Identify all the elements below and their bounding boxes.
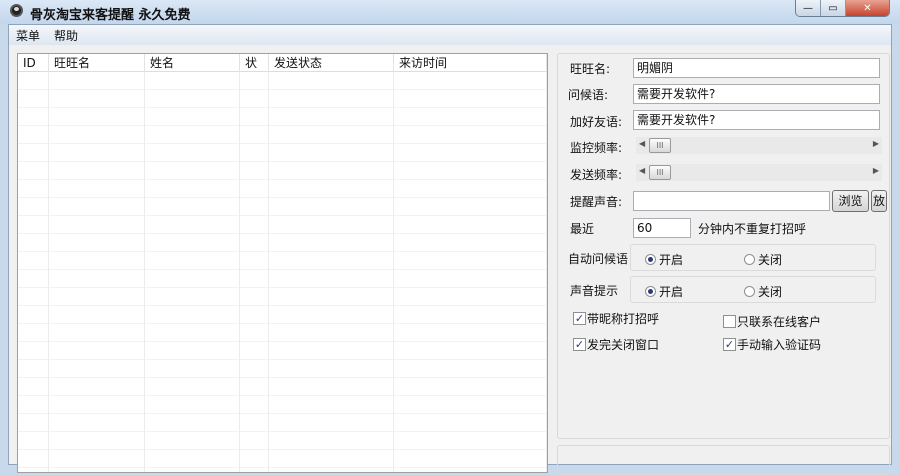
- wangwang-label: 旺旺名:: [570, 62, 611, 76]
- bottom-panel: [557, 445, 890, 475]
- window-title: 骨灰淘宝来客提醒 永久免费: [30, 8, 191, 23]
- maximize-button[interactable]: ▭: [821, 0, 846, 16]
- recent-suffix: 分钟内不重复打招呼: [698, 222, 807, 236]
- addfriend-input[interactable]: 需要开发软件?: [633, 110, 880, 130]
- sound-tip-group: 开启 关闭: [630, 276, 876, 303]
- greeting-label: 问候语:: [568, 88, 609, 102]
- title-bar: 骨灰淘宝来客提醒 永久免费 — ▭ ✕: [0, 0, 900, 24]
- manual-captcha-checkbox[interactable]: ✓ 手动输入验证码: [723, 336, 821, 353]
- send-freq-label: 发送频率:: [570, 168, 623, 182]
- wangwang-input[interactable]: 明媚阴: [633, 58, 880, 78]
- sound-tip-label: 声音提示: [570, 284, 619, 298]
- auto-greet-off-radio[interactable]: 关闭: [744, 251, 782, 268]
- close-button[interactable]: ✕: [846, 0, 889, 16]
- slider-thumb[interactable]: III: [649, 138, 671, 153]
- table-body: [18, 72, 547, 472]
- addfriend-label: 加好友语:: [570, 115, 623, 129]
- settings-panel: 旺旺名: 明媚阴 问候语: 需要开发软件? 加好友语: 需要开发软件? 监控频率…: [557, 53, 890, 439]
- auto-greet-label: 自动问候语: [568, 252, 629, 266]
- monitor-freq-slider[interactable]: ◀ III ▶: [636, 137, 882, 154]
- sound-tip-on-radio[interactable]: 开启: [645, 283, 683, 300]
- nickname-greet-checkbox[interactable]: ✓ 带昵称打招呼: [573, 310, 659, 327]
- browse-button[interactable]: 浏览: [832, 190, 869, 212]
- app-icon: [10, 4, 23, 17]
- menu-item-menu[interactable]: 菜单: [16, 27, 40, 44]
- send-freq-slider[interactable]: ◀ III ▶: [636, 164, 882, 181]
- sound-tip-off-radio[interactable]: 关闭: [744, 283, 782, 300]
- col-visit-time[interactable]: 来访时间: [394, 54, 547, 72]
- greeting-input[interactable]: 需要开发软件?: [633, 84, 880, 104]
- col-send-status[interactable]: 发送状态: [269, 54, 394, 72]
- minimize-button[interactable]: —: [796, 0, 821, 16]
- close-after-send-checkbox[interactable]: ✓ 发完关闭窗口: [573, 336, 659, 353]
- menu-bar: 菜单 帮助: [9, 25, 891, 45]
- recent-label: 最近: [570, 222, 595, 236]
- client-area: 菜单 帮助 ID 旺旺名 姓名 状 发送状态 来访时间 旺旺名: 明媚阴 问候语…: [8, 24, 892, 475]
- col-id[interactable]: ID: [18, 54, 49, 72]
- sound-label: 提醒声音:: [570, 195, 623, 209]
- visitor-table[interactable]: ID 旺旺名 姓名 状 发送状态 来访时间: [17, 53, 548, 473]
- play-button[interactable]: 放: [871, 190, 887, 212]
- col-name[interactable]: 姓名: [145, 54, 240, 72]
- auto-greet-on-radio[interactable]: 开启: [645, 251, 683, 268]
- sound-input[interactable]: [633, 191, 830, 211]
- slider-thumb[interactable]: III: [649, 165, 671, 180]
- recent-minutes-input[interactable]: 60: [633, 218, 691, 238]
- monitor-freq-label: 监控频率:: [570, 141, 623, 155]
- col-wangwang[interactable]: 旺旺名: [49, 54, 145, 72]
- auto-greet-group: 开启 关闭: [630, 244, 876, 271]
- online-only-checkbox[interactable]: 只联系在线客户: [723, 313, 821, 330]
- menu-item-help[interactable]: 帮助: [54, 27, 78, 44]
- col-status[interactable]: 状: [240, 54, 269, 72]
